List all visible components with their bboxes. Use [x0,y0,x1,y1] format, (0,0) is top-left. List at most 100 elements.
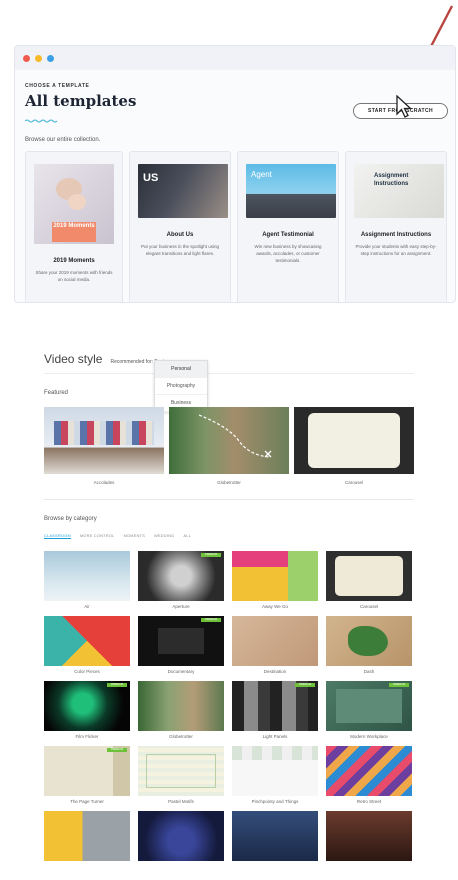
tab-moments[interactable]: MOMENTS [124,534,146,539]
style-tile[interactable]: PREMIUM Aperture [138,551,224,609]
style-thumbnail: PREMIUM [326,681,412,731]
style-grid: Air PREMIUM Aperture Away We Go Carousel … [44,551,414,861]
style-tile[interactable] [138,811,224,861]
style-thumbnail [232,746,318,796]
style-thumbnail: PREMIUM [138,616,224,666]
style-name: Carousel [359,604,378,609]
style-tile[interactable]: Retro Street [326,746,412,804]
style-thumbnail [138,681,224,731]
card-title: 2019 Moments [53,258,95,264]
style-tile[interactable] [326,811,412,861]
style-thumbnail [138,811,224,861]
style-tile[interactable]: PREMIUM Documentary [138,616,224,674]
screenshot-root: CHOOSE A TEMPLATE All templates Browse o… [0,0,458,880]
style-name: Color Pieces [74,669,100,674]
style-tile[interactable]: Pastel Motifs [138,746,224,804]
tab-more-control[interactable]: MORE CONTROL [80,534,115,539]
style-name: Away We Go [261,604,289,609]
close-dot-icon[interactable] [23,54,30,62]
style-name: Light Panels [262,734,288,739]
style-name: Documentary [167,669,195,674]
template-card-2019-moments[interactable]: 2019 Moments 2019 Moments Share your 201… [25,151,123,302]
style-tile[interactable]: PREMIUM The Page Turner [44,746,130,804]
window-titlebar [15,46,455,70]
video-style-title: Video style [44,352,103,366]
style-tile[interactable]: Globetrotter [138,681,224,739]
style-tile[interactable]: PREMIUM Modern Workplace [326,681,412,739]
window-body: CHOOSE A TEMPLATE All templates Browse o… [15,70,455,302]
style-thumbnail [138,746,224,796]
style-tile[interactable]: Destination [232,616,318,674]
style-name: Destination [263,669,287,674]
style-tile[interactable] [44,811,130,861]
style-thumbnail [44,811,130,861]
card-title: Assignment Instructions [360,232,432,238]
featured-style-accolades[interactable]: Accolades [44,407,164,485]
thumbnail-label: US [143,172,159,184]
mouse-pointer-icon [396,95,413,118]
category-tabs: CLASSROOM MORE CONTROL MOMENTS WEDDING A… [44,534,414,539]
style-tile[interactable]: Away We Go [232,551,318,609]
style-tile[interactable]: Pinchpointy and Things [232,746,318,804]
card-thumbnail: Agent [246,164,336,218]
premium-badge: PREMIUM [295,683,315,687]
photo-face [68,194,86,210]
premium-badge: PREMIUM [201,618,221,622]
card-description: Provide your students with easy step-by-… [355,244,437,256]
flight-path-icon [198,414,272,458]
style-tile[interactable]: PREMIUM Film Flicker [44,681,130,739]
style-name: Dash [363,669,375,674]
style-thumbnail [232,616,318,666]
dropdown-option-personal[interactable]: Personal [155,361,207,378]
style-tile[interactable]: Carousel [326,551,412,609]
style-name: Retro Street [356,799,382,804]
card-thumbnail: US [138,164,228,218]
style-name: Accolades [93,480,115,485]
featured-style-globetrotter[interactable]: Globetrotter [169,407,289,485]
template-cards: 2019 Moments 2019 Moments Share your 201… [25,151,447,302]
template-card-assignment-instructions[interactable]: Assignment Instructions Assignment Instr… [345,151,447,302]
style-thumbnail [44,407,164,474]
style-tile[interactable] [232,811,318,861]
minimize-dot-icon[interactable] [35,54,42,62]
featured-style-carousel[interactable]: Carousel [294,407,414,485]
style-thumbnail [232,811,318,861]
style-tile[interactable]: PREMIUM Light Panels [232,681,318,739]
template-card-agent-testimonial[interactable]: Agent Agent Testimonial Win new business… [237,151,339,302]
premium-badge: PREMIUM [107,748,127,752]
style-thumbnail [326,616,412,666]
style-name: Pinchpointy and Things [251,799,299,804]
tab-classroom[interactable]: CLASSROOM [44,534,71,539]
template-card-about-us[interactable]: US About Us Put your business in the spo… [129,151,231,302]
card-description: Share your 2019 moments with friends on … [35,270,113,282]
recommended-dropdown-menu: Personal Photography Business [154,360,208,412]
card-thumbnail: Assignment Instructions [354,164,444,218]
card-title: About Us [166,232,194,238]
style-name: Aperture [172,604,190,609]
style-name: Modern Workplace [350,734,388,739]
style-tile[interactable]: Color Pieces [44,616,130,674]
browse-collection-text: Browse our entire collection. [25,137,101,143]
tab-wedding[interactable]: WEDDING [154,534,174,539]
style-tile[interactable]: Air [44,551,130,609]
template-window: CHOOSE A TEMPLATE All templates Browse o… [14,45,456,303]
dropdown-option-photography[interactable]: Photography [155,378,207,395]
style-thumbnail [326,811,412,861]
card-description: Put your business in the spotlight using… [140,244,220,256]
style-tile[interactable]: Dash [326,616,412,674]
style-thumbnail [326,551,412,601]
style-name: Pastel Motifs [168,799,194,804]
tab-all[interactable]: ALL [184,534,192,539]
squiggle-underline-icon [24,119,58,123]
style-thumbnail: PREMIUM [138,551,224,601]
card-thumbnail: 2019 Moments [34,164,114,244]
style-thumbnail [232,551,318,601]
card-description: Win new business by showcasing awards, a… [254,244,322,263]
section-divider [44,499,414,500]
choose-template-label: CHOOSE A TEMPLATE [25,83,90,89]
style-thumbnail [294,407,414,474]
maximize-dot-icon[interactable] [47,54,54,62]
thumbnail-label: Assignment Instructions [374,173,409,187]
featured-label: Featured [44,390,69,396]
premium-badge: PREMIUM [389,683,409,687]
